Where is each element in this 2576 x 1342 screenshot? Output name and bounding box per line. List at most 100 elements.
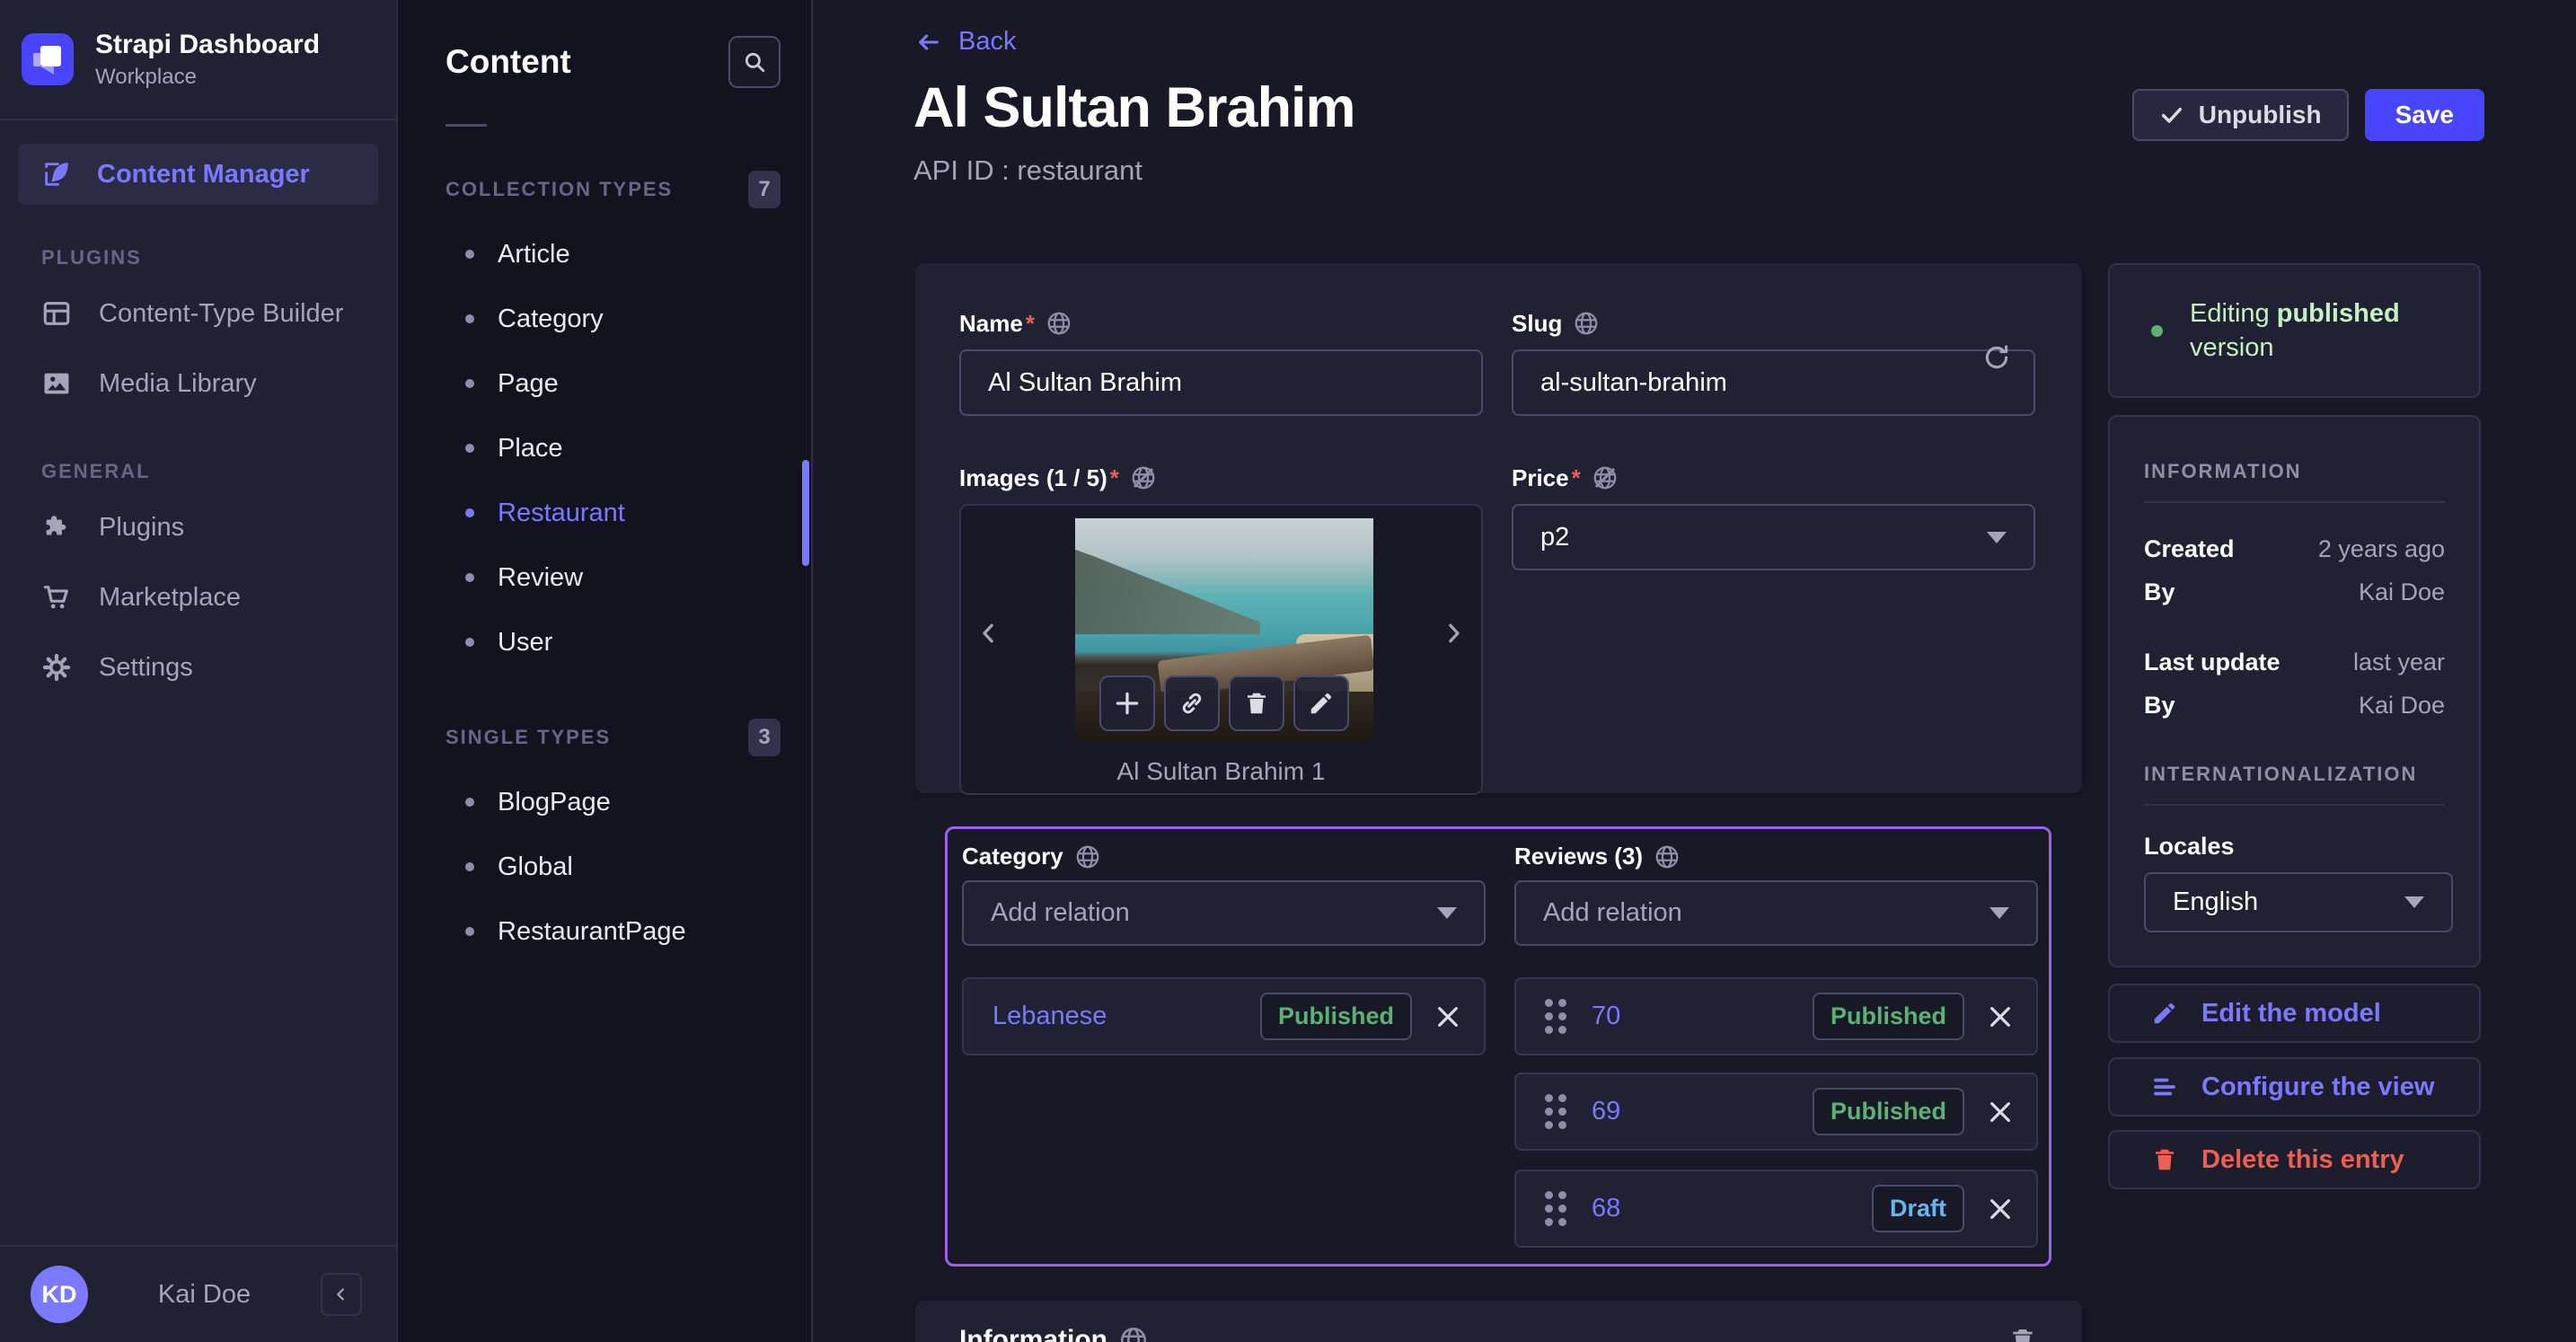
sidebar-item-marketplace[interactable]: Marketplace	[18, 562, 378, 632]
drag-handle-icon[interactable]	[1545, 1094, 1566, 1129]
copy-link-button[interactable]	[1164, 675, 1220, 731]
bullet-icon	[465, 638, 474, 647]
single-types-label: SINGLE TYPES	[446, 726, 612, 748]
globe-icon	[1045, 310, 1072, 337]
category-add-relation-select[interactable]: Add relation	[962, 880, 1486, 946]
carousel-next-button[interactable]	[1440, 615, 1467, 651]
strapi-logo-icon	[22, 33, 74, 85]
back-link[interactable]: Back	[913, 27, 1016, 57]
avatar[interactable]: KD	[31, 1266, 88, 1323]
add-image-button[interactable]	[1099, 675, 1155, 731]
drag-handle-icon[interactable]	[1545, 999, 1566, 1034]
relation-link[interactable]: 68	[1592, 1194, 1850, 1223]
slug-input[interactable]	[1512, 349, 2035, 416]
sidebar-item-settings[interactable]: Settings	[18, 632, 378, 702]
brand[interactable]: Strapi Dashboard Workplace	[0, 0, 396, 120]
delete-entry-button[interactable]: Delete this entry	[2108, 1130, 2481, 1189]
regenerate-slug-icon[interactable]	[1981, 342, 2012, 373]
reviews-label: Reviews (3)	[1514, 843, 1644, 870]
main-content: Back Al Sultan Brahim API ID : restauran…	[813, 0, 2576, 1342]
reviews-add-relation-select[interactable]: Add relation	[1514, 880, 2038, 946]
meta-row-created-by: By Kai Doe	[2144, 578, 2445, 605]
collapse-sidebar-button[interactable]	[321, 1273, 362, 1316]
remove-relation-button[interactable]	[1986, 1098, 2015, 1126]
sidebar-item-restaurant[interactable]: Restaurant	[446, 481, 781, 545]
remove-relation-button[interactable]	[1986, 1195, 2015, 1223]
status-dot-icon	[2151, 324, 2163, 337]
bullet-icon	[465, 314, 474, 323]
price-label: Price	[1512, 464, 1569, 491]
unpublish-button[interactable]: Unpublish	[2131, 89, 2349, 141]
category-relation-row: Lebanese Published	[962, 977, 1486, 1055]
close-icon	[1434, 1002, 1462, 1031]
drag-handle-icon[interactable]	[1545, 1191, 1566, 1226]
close-icon	[1986, 1195, 2015, 1223]
sidebar-item-content-manager[interactable]: Content Manager	[18, 144, 378, 205]
user-menu[interactable]: KD Kai Doe	[0, 1245, 396, 1342]
api-id: API ID : restaurant	[913, 155, 1142, 186]
save-button[interactable]: Save	[2364, 89, 2484, 141]
relation-link[interactable]: 70	[1592, 1002, 1791, 1031]
sidebar-item-plugins[interactable]: Plugins	[18, 492, 378, 562]
sidebar-item-place[interactable]: Place	[446, 416, 781, 481]
delete-component-icon[interactable]	[2008, 1326, 2037, 1342]
gear-icon	[41, 652, 72, 683]
collection-types-count-badge: 7	[748, 171, 781, 208]
entry-form-card: Name* Slug	[915, 263, 2082, 795]
information-section-label: INFORMATION	[2144, 460, 2302, 482]
collection-types-label: COLLECTION TYPES	[446, 178, 674, 200]
pencil-icon	[2151, 1000, 2178, 1027]
check-icon	[2159, 102, 2184, 128]
close-icon	[1986, 1098, 2015, 1126]
close-icon	[1986, 1002, 2015, 1031]
bullet-icon	[465, 444, 474, 453]
sidebar-item-label: Marketplace	[99, 582, 241, 612]
sidebar-item-article[interactable]: Article	[446, 222, 781, 287]
delete-image-button[interactable]	[1229, 675, 1284, 731]
relation-link[interactable]: 69	[1592, 1097, 1791, 1126]
status-badge: Draft	[1871, 1185, 1964, 1232]
sidebar-item-global[interactable]: Global	[446, 834, 781, 899]
user-name: Kai Doe	[157, 1279, 251, 1309]
sidebar-item-user[interactable]: User	[446, 610, 781, 675]
locale-select[interactable]: English	[2144, 872, 2453, 932]
search-button[interactable]	[728, 36, 781, 88]
price-field: Price * p2	[1512, 464, 2035, 795]
sidebar-item-page[interactable]: Page	[446, 351, 781, 416]
puzzle-icon	[41, 512, 72, 543]
sidebar-item-blogpage[interactable]: BlogPage	[446, 770, 781, 834]
chevron-down-icon	[1987, 531, 2007, 543]
configure-view-button[interactable]: Configure the view	[2108, 1057, 2481, 1117]
remove-relation-button[interactable]	[1986, 1002, 2015, 1031]
globe-strike-icon	[1130, 464, 1157, 491]
slug-label: Slug	[1512, 309, 1563, 337]
chevron-down-icon	[2404, 896, 2424, 908]
chevron-down-icon	[1437, 907, 1457, 919]
sidebar-item-label: Plugins	[99, 512, 185, 542]
brand-subtitle: Workplace	[95, 65, 197, 89]
relation-link[interactable]: Lebanese	[992, 1002, 1239, 1031]
price-select[interactable]: p2	[1512, 504, 2035, 570]
remove-relation-button[interactable]	[1434, 1002, 1462, 1031]
sidebar-item-restaurantpage[interactable]: RestaurantPage	[446, 899, 781, 964]
chevron-left-icon	[331, 1285, 351, 1304]
list-settings-icon	[2151, 1073, 2178, 1100]
bullet-icon	[465, 927, 474, 936]
relations-group: Category Add relation Lebanese Published…	[945, 826, 2051, 1267]
sidebar-item-content-type-builder[interactable]: Content-Type Builder	[18, 278, 378, 349]
globe-icon	[1118, 1325, 1149, 1342]
page-title: Al Sultan Brahim	[913, 76, 1356, 139]
media-library-icon	[41, 368, 72, 399]
edit-image-button[interactable]	[1293, 675, 1349, 731]
scrollbar-thumb[interactable]	[802, 460, 809, 566]
name-input[interactable]	[959, 349, 1483, 416]
carousel-prev-button[interactable]	[975, 615, 1002, 651]
bullet-icon	[465, 379, 474, 388]
sidebar-item-category[interactable]: Category	[446, 287, 781, 351]
status-badge: Published	[1812, 1088, 1964, 1135]
globe-strike-icon	[1592, 464, 1619, 491]
sidebar-item-review[interactable]: Review	[446, 545, 781, 610]
edit-model-button[interactable]: Edit the model	[2108, 984, 2481, 1043]
sidebar-item-media-library[interactable]: Media Library	[18, 349, 378, 419]
name-label: Name	[959, 309, 1023, 337]
